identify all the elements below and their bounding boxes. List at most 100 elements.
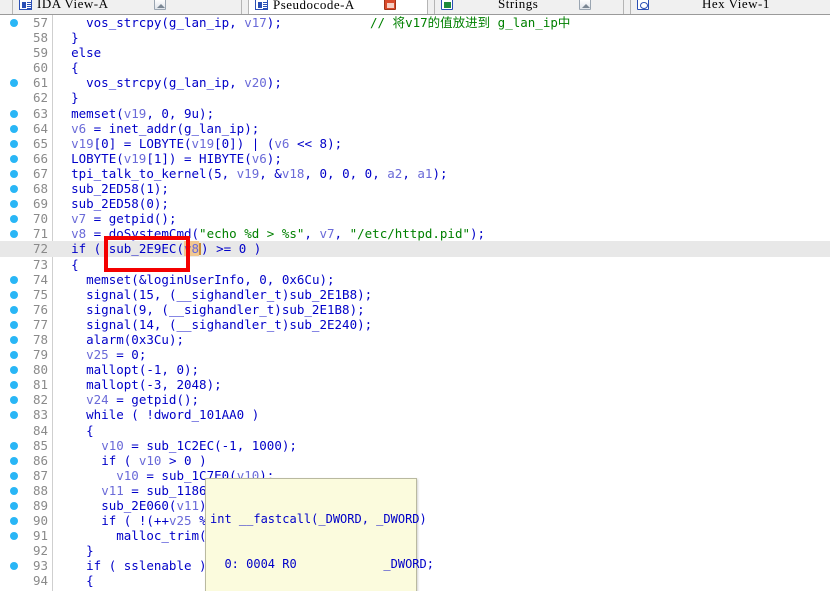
code-text[interactable]: } (56, 30, 79, 45)
line-number: 92 (32, 543, 48, 559)
code-text[interactable]: v24 = getpid(); (56, 392, 199, 407)
line-number: 72 (32, 241, 48, 257)
line-number: 91 (32, 528, 48, 544)
code-text[interactable]: sub_2E060(v11); (56, 498, 214, 513)
line-number: 65 (32, 135, 48, 151)
line-number: 89 (32, 498, 48, 513)
code-text[interactable]: { (56, 423, 94, 438)
tab-pseudocode-a[interactable]: Pseudocode-A (248, 0, 428, 14)
code-text[interactable]: alarm(0x3Cu); (56, 332, 184, 347)
line-number: 58 (32, 30, 48, 46)
code-text[interactable]: mallopt(-3, 2048); (56, 377, 222, 392)
code-line[interactable]: 78 alarm(0x3Cu); (0, 332, 830, 347)
code-text[interactable]: signal(9, (__sighandler_t)sub_2E1B8); (56, 302, 365, 317)
code-text[interactable]: } (56, 90, 79, 105)
code-text[interactable]: if ( sub_2E9EC(v8) >= 0 ) (56, 241, 261, 257)
code-text[interactable]: vos_strcpy(g_lan_ip, v17); (56, 15, 282, 30)
code-line[interactable]: 61 vos_strcpy(g_lan_ip, v20); (0, 75, 830, 90)
code-text[interactable]: memset(&loginUserInfo, 0, 0x6Cu); (56, 272, 334, 287)
code-text[interactable]: signal(14, (__sighandler_t)sub_2E240); (56, 317, 372, 332)
code-text[interactable]: memset(v19, 0, 9u); (56, 106, 214, 121)
code-text[interactable]: vos_strcpy(g_lan_ip, v20); (56, 75, 282, 90)
code-text[interactable]: { (56, 257, 79, 272)
code-line[interactable]: 59 else (0, 45, 830, 60)
code-line[interactable]: 68 sub_2ED58(1); (0, 181, 830, 196)
line-number: 67 (32, 165, 48, 181)
code-line[interactable]: 63 memset(v19, 0, 9u); (0, 106, 830, 121)
red-close-icon[interactable] (383, 0, 396, 10)
code-line[interactable]: 81 mallopt(-3, 2048); (0, 377, 830, 392)
line-number: 66 (32, 150, 48, 166)
line-number: 69 (32, 196, 48, 212)
code-text[interactable]: signal(15, (__sighandler_t)sub_2E1B8); (56, 287, 372, 302)
code-text[interactable]: tpi_talk_to_kernel(5, v19, &v18, 0, 0, 0… (56, 166, 447, 181)
code-line[interactable]: 60 { (0, 60, 830, 75)
code-text[interactable]: if ( v10 > 0 ) (56, 453, 206, 468)
code-text[interactable]: v8 = doSystemCmd("echo %d > %s", v7, "/e… (56, 226, 485, 241)
code-line[interactable]: 57 vos_strcpy(g_lan_ip, v17); // 将v17的值放进… (0, 15, 830, 30)
code-text[interactable]: { (56, 573, 94, 588)
line-number: 74 (32, 271, 48, 287)
line-number: 86 (32, 452, 48, 468)
calling-convention-tooltip: int __fastcall(_DWORD, _DWORD) 0: 0004 R… (205, 478, 434, 591)
code-text[interactable]: { (56, 60, 79, 75)
code-text[interactable]: while ( !dword_101AA0 ) (56, 407, 259, 422)
code-line[interactable]: 69 sub_2ED58(0); (0, 196, 830, 211)
code-line[interactable]: 65 v19[0] = LOBYTE(v19[0]) | (v6 << 8); (0, 136, 830, 151)
code-line[interactable]: 64 v6 = inet_addr(g_lan_ip); (0, 121, 830, 136)
code-text[interactable]: v25 = 0; (56, 347, 146, 362)
code-line[interactable]: 73 { (0, 257, 830, 272)
code-text[interactable]: v10 = sub_1C2EC(-1, 1000); (56, 438, 297, 453)
code-line[interactable]: 75 signal(15, (__sighandler_t)sub_2E1B8)… (0, 287, 830, 302)
selected-token[interactable]: v8 (183, 241, 200, 257)
code-line[interactable]: 80 mallopt(-1, 0); (0, 362, 830, 377)
tab-label: Pseudocode-A (273, 0, 355, 12)
code-line[interactable]: 62 } (0, 90, 830, 105)
code-text[interactable]: sub_2ED58(0); (56, 196, 169, 211)
view-tab-bar[interactable]: IDA View-A Pseudocode-A Strings Hex View… (0, 0, 830, 15)
tab-label: Hex View-1 (702, 0, 770, 11)
code-text[interactable]: else (56, 45, 101, 60)
code-line[interactable]: 67 tpi_talk_to_kernel(5, v19, &v18, 0, 0… (0, 166, 830, 181)
tab-ida-view-a[interactable]: IDA View-A (12, 0, 242, 14)
line-number: 80 (32, 362, 48, 378)
code-line[interactable]: 85 v10 = sub_1C2EC(-1, 1000); (0, 438, 830, 453)
code-text[interactable]: v7 = getpid(); (56, 211, 176, 226)
code-text[interactable]: } (56, 543, 94, 558)
code-line[interactable]: 84 { (0, 423, 830, 438)
line-number: 73 (32, 256, 48, 272)
tab-label: IDA View-A (37, 0, 109, 11)
code-line[interactable]: 66 LOBYTE(v19[1]) = HIBYTE(v6); (0, 151, 830, 166)
code-line[interactable]: 83 while ( !dword_101AA0 ) (0, 407, 830, 422)
line-number: 87 (32, 467, 48, 483)
line-number: 94 (32, 573, 48, 589)
code-line[interactable]: 58 } (0, 30, 830, 45)
code-text[interactable]: LOBYTE(v19[1]) = HIBYTE(v6); (56, 151, 282, 166)
code-text[interactable]: if ( sslenable ) (56, 558, 206, 573)
code-text[interactable]: sub_2ED58(1); (56, 181, 169, 196)
line-number: 83 (32, 407, 48, 423)
code-line[interactable]: 70 v7 = getpid(); (0, 211, 830, 226)
code-line[interactable]: 72 if ( sub_2E9EC(v8) >= 0 ) (0, 241, 830, 257)
code-text[interactable]: v19[0] = LOBYTE(v19[0]) | (v6 << 8); (56, 136, 342, 151)
line-number: 90 (32, 513, 48, 529)
line-number: 81 (32, 377, 48, 393)
code-line[interactable]: 79 v25 = 0; (0, 347, 830, 362)
code-line[interactable]: 77 signal(14, (__sighandler_t)sub_2E240)… (0, 317, 830, 332)
code-line[interactable]: 71 v8 = doSystemCmd("echo %d > %s", v7, … (0, 226, 830, 241)
restore-box-icon[interactable] (579, 0, 592, 10)
tooltip-title: int __fastcall(_DWORD, _DWORD) (210, 511, 427, 526)
code-line[interactable]: 74 memset(&loginUserInfo, 0, 0x6Cu); (0, 272, 830, 287)
code-text[interactable]: mallopt(-1, 0); (56, 362, 199, 377)
restore-box-icon[interactable] (153, 0, 166, 10)
tab-hex-view-1[interactable]: Hex View-1 (630, 0, 830, 14)
line-number: 70 (32, 211, 48, 227)
code-line[interactable]: 86 if ( v10 > 0 ) (0, 453, 830, 468)
code-line[interactable]: 82 v24 = getpid(); (0, 392, 830, 407)
code-text[interactable]: malloc_trim(0); (56, 528, 229, 543)
code-text[interactable]: v6 = inet_addr(g_lan_ip); (56, 121, 259, 136)
code-line[interactable]: 76 signal(9, (__sighandler_t)sub_2E1B8); (0, 302, 830, 317)
line-number: 61 (32, 75, 48, 91)
tab-strings[interactable]: Strings (434, 0, 624, 14)
pseudocode-editor[interactable]: 57 vos_strcpy(g_lan_ip, v17); // 将v17的值放进… (0, 15, 830, 591)
